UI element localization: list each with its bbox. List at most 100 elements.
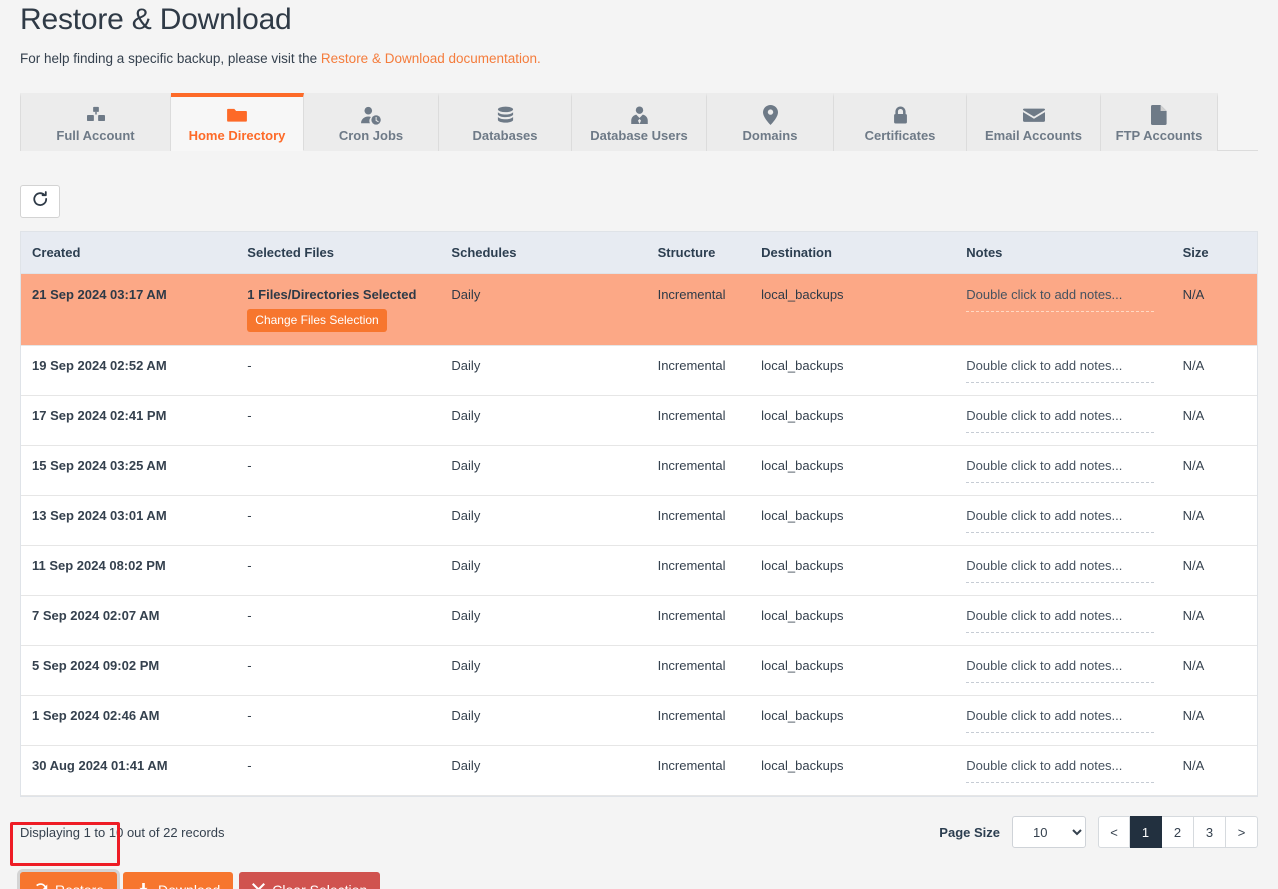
page-size-select[interactable]: 102550100 [1012,816,1086,848]
cell-structure: Incremental [646,273,751,346]
backups-table: Created Selected Files Schedules Structu… [21,232,1257,796]
table-row[interactable]: 19 Sep 2024 02:52 AM - Daily Incremental loc… [21,345,1257,396]
tab-certificates[interactable]: Certificates [834,93,967,151]
tab-database-users[interactable]: Database Users [572,93,707,151]
cell-notes[interactable]: Double click to add notes... [955,445,1172,496]
tab-label: Domains [742,128,798,143]
cell-schedules: Daily [440,745,647,796]
cell-schedules: Daily [440,545,647,596]
tab-home-directory[interactable]: Home Directory [171,93,304,151]
selected-files-value: - [247,508,252,523]
notes-input[interactable]: Double click to add notes... [966,408,1154,433]
tab-databases[interactable]: Databases [439,93,572,151]
column-selected-files[interactable]: Selected Files [236,232,441,274]
cell-size: N/A [1171,273,1257,346]
table-row[interactable]: 5 Sep 2024 09:02 PM - Daily Incremental loca… [21,645,1257,696]
tab-label: Certificates [864,128,936,143]
backups-table-container: Created Selected Files Schedules Structu… [20,231,1258,797]
notes-input[interactable]: Double click to add notes... [966,508,1154,533]
table-row[interactable]: 13 Sep 2024 03:01 AM - Daily Incremental loc… [21,495,1257,546]
restore-button-label: Restore [55,883,104,889]
cell-schedules: Daily [440,695,647,746]
tab-full-account[interactable]: Full Account [20,93,171,151]
column-destination[interactable]: Destination [750,232,956,274]
selected-files-value: - [247,558,252,573]
cell-notes[interactable]: Double click to add notes... [955,645,1172,696]
cell-notes[interactable]: Double click to add notes... [955,595,1172,646]
table-row[interactable]: 7 Sep 2024 02:07 AM - Daily Incremental loca… [21,595,1257,646]
cell-selected-files: 1 Files/Directories Selected Change Files… [236,273,441,346]
file-icon [1151,105,1167,125]
cell-schedules: Daily [440,645,647,696]
refresh-icon [32,190,49,213]
page-button-next[interactable]: > [1226,816,1258,848]
boxes-icon [86,105,106,125]
cell-created: 19 Sep 2024 02:52 AM [21,345,237,396]
table-row[interactable]: 15 Sep 2024 03:25 AM - Daily Incremental loc… [21,445,1257,496]
notes-input[interactable]: Double click to add notes... [966,358,1154,383]
cell-destination: local_backups [750,395,956,446]
clear-selection-button[interactable]: Clear Selection [239,872,381,889]
tab-cron-jobs[interactable]: Cron Jobs [304,93,439,151]
column-schedules[interactable]: Schedules [440,232,647,274]
selected-files-value: - [247,608,252,623]
cell-destination: local_backups [750,595,956,646]
cell-structure: Incremental [646,495,751,546]
tab-ftp-accounts[interactable]: FTP Accounts [1101,93,1218,151]
cell-notes[interactable]: Double click to add notes... [955,695,1172,746]
cell-notes[interactable]: Double click to add notes... [955,345,1172,396]
tab-label: Email Accounts [984,128,1083,143]
cell-selected-files: - [236,695,441,746]
page-button-1[interactable]: 1 [1130,816,1162,848]
tab-email-accounts[interactable]: Email Accounts [967,93,1101,151]
cell-size: N/A [1171,395,1257,446]
column-size[interactable]: Size [1171,232,1257,274]
cell-selected-files: - [236,595,441,646]
refresh-button[interactable] [20,185,60,218]
cell-selected-files: - [236,545,441,596]
cell-selected-files: - [236,495,441,546]
notes-input[interactable]: Double click to add notes... [966,558,1154,583]
notes-input[interactable]: Double click to add notes... [966,708,1154,733]
cell-destination: local_backups [750,273,956,346]
cell-size: N/A [1171,345,1257,396]
download-button-label: Download [158,883,220,889]
tab-label: Cron Jobs [338,128,404,143]
user-tie-icon [630,105,649,125]
page-button-2[interactable]: 2 [1162,816,1194,848]
column-notes[interactable]: Notes [955,232,1172,274]
notes-input[interactable]: Double click to add notes... [966,758,1154,783]
action-buttons: Restore Download Clear Selection [20,872,1258,889]
table-row[interactable]: 11 Sep 2024 08:02 PM - Daily Incremental loc… [21,545,1257,596]
table-row[interactable]: 1 Sep 2024 02:46 AM - Daily Incremental loca… [21,695,1257,746]
cell-size: N/A [1171,495,1257,546]
column-created[interactable]: Created [21,232,237,274]
page-button-3[interactable]: 3 [1194,816,1226,848]
notes-input[interactable]: Double click to add notes... [966,287,1154,312]
cell-notes[interactable]: Double click to add notes... [955,395,1172,446]
notes-input[interactable]: Double click to add notes... [966,608,1154,633]
tab-domains[interactable]: Domains [707,93,834,151]
table-row[interactable]: 30 Aug 2024 01:41 AM - Daily Incremental loc… [21,745,1257,796]
subtitle-text: For help finding a specific backup, plea… [20,51,321,66]
column-structure[interactable]: Structure [646,232,751,274]
page-title: Restore & Download [20,3,292,36]
table-row[interactable]: 21 Sep 2024 03:17 AM 1 Files/Directories … [21,273,1257,346]
download-button[interactable]: Download [123,872,234,889]
restore-button[interactable]: Restore [20,872,118,889]
documentation-link[interactable]: Restore & Download documentation. [321,51,541,66]
cell-destination: local_backups [750,345,956,396]
selected-files-value: - [247,458,252,473]
change-files-selection-button[interactable]: Change Files Selection [247,309,387,332]
cell-notes[interactable]: Double click to add notes... [955,545,1172,596]
selected-files-count: 1 Files/Directories Selected [247,287,417,302]
page-subtitle: For help finding a specific backup, plea… [20,51,1258,67]
table-row[interactable]: 17 Sep 2024 02:41 PM - Daily Incremental loc… [21,395,1257,446]
cell-notes[interactable]: Double click to add notes... [955,273,1172,346]
cell-notes[interactable]: Double click to add notes... [955,745,1172,796]
notes-input[interactable]: Double click to add notes... [966,658,1154,683]
notes-input[interactable]: Double click to add notes... [966,458,1154,483]
page-button-prev[interactable]: < [1098,816,1130,848]
cell-notes[interactable]: Double click to add notes... [955,495,1172,546]
user-clock-icon [360,105,382,125]
